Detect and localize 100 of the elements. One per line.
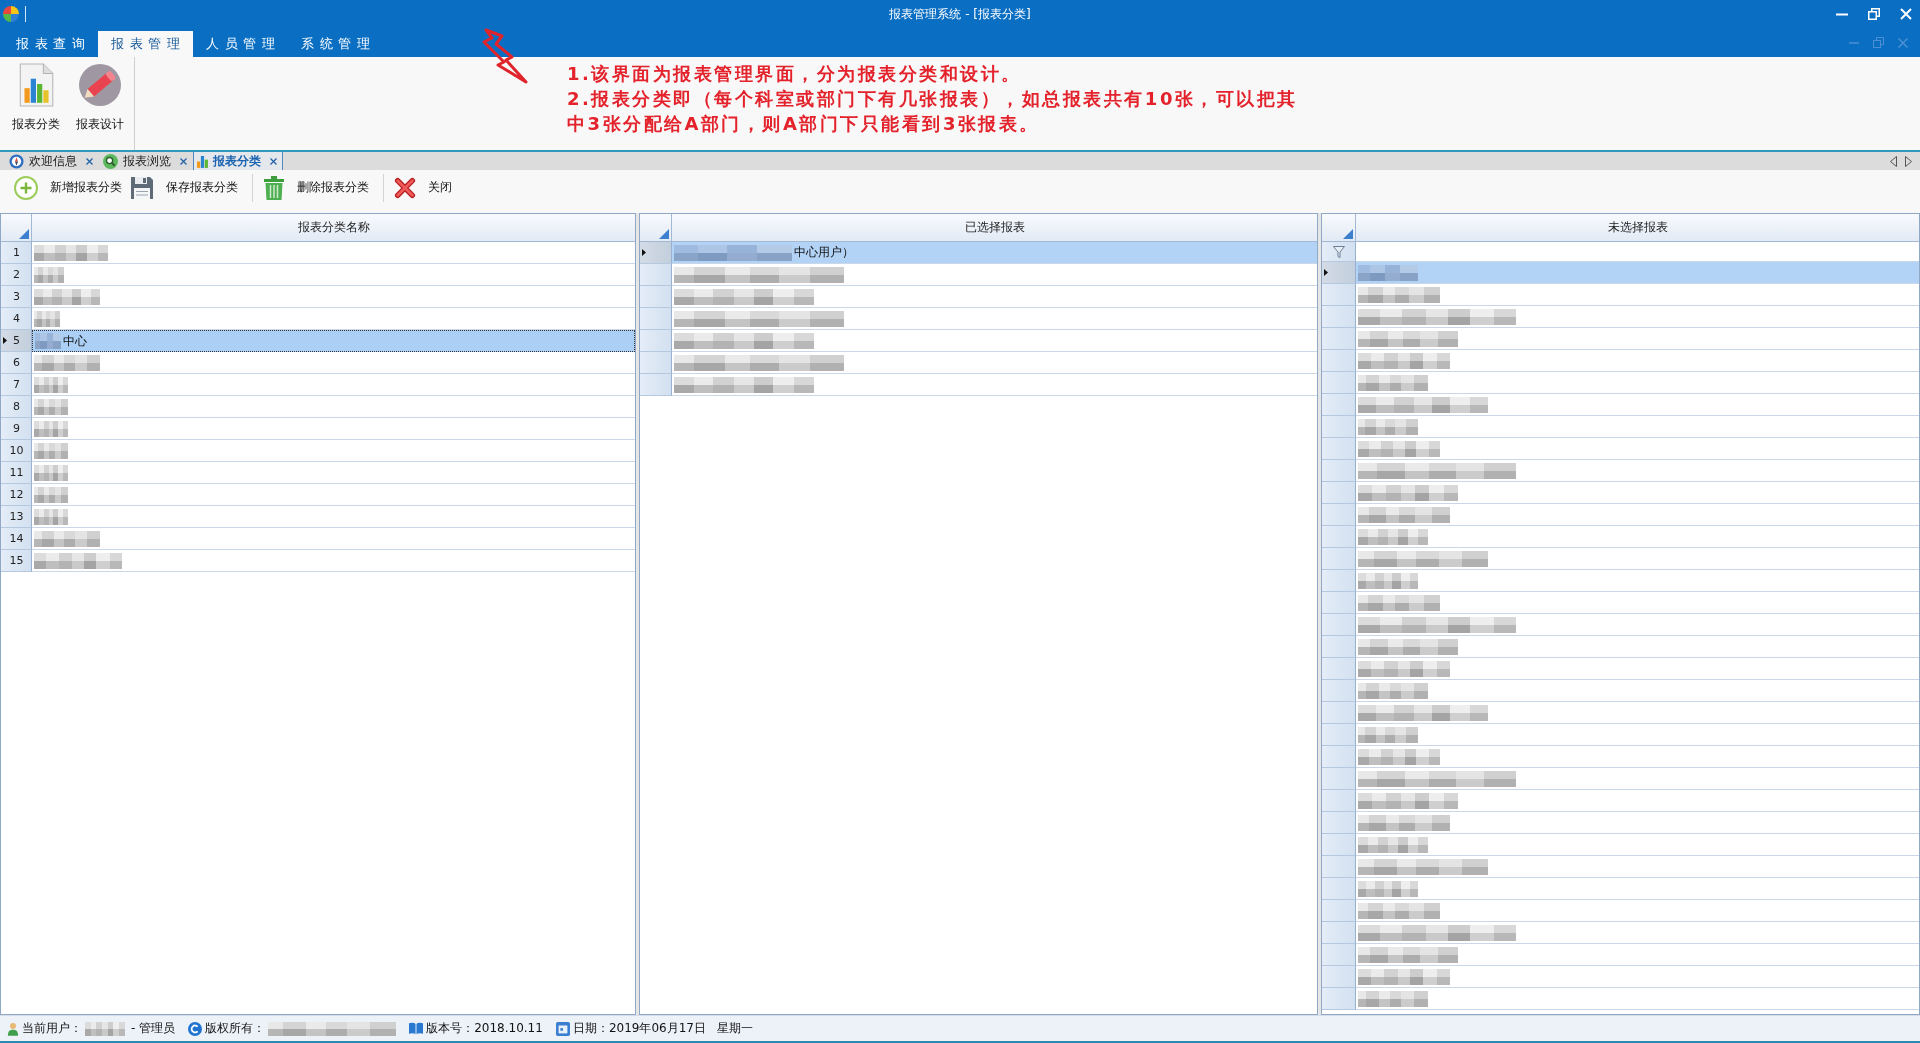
table-cell[interactable]: [1356, 504, 1919, 526]
row-header[interactable]: [1322, 394, 1356, 416]
table-cell[interactable]: 中心: [32, 330, 635, 352]
row-header[interactable]: 7: [1, 374, 32, 396]
row-header[interactable]: [1322, 482, 1356, 504]
table-cell[interactable]: [1356, 438, 1919, 460]
table-cell[interactable]: [1356, 856, 1919, 878]
document-tab[interactable]: 报表浏览: [99, 152, 193, 170]
ribbon-button[interactable]: 报表分类: [6, 61, 66, 144]
row-header[interactable]: [1322, 790, 1356, 812]
table-cell[interactable]: [32, 286, 635, 308]
table-cell[interactable]: [1356, 922, 1919, 944]
table-cell[interactable]: [32, 352, 635, 374]
table-cell[interactable]: [32, 506, 635, 528]
table-cell[interactable]: [1356, 768, 1919, 790]
close-icon[interactable]: [86, 157, 93, 165]
row-header[interactable]: [1322, 944, 1356, 966]
document-tab[interactable]: 报表分类: [193, 152, 283, 170]
table-cell[interactable]: [32, 264, 635, 286]
table-cell[interactable]: [1356, 350, 1919, 372]
row-header[interactable]: 2: [1, 264, 32, 286]
row-header[interactable]: [640, 286, 672, 308]
table-cell[interactable]: [672, 264, 1317, 286]
table-cell[interactable]: [1356, 548, 1919, 570]
ribbon-tab[interactable]: 系统管理: [288, 31, 383, 57]
row-header[interactable]: [1322, 988, 1356, 1010]
table-cell[interactable]: [1356, 812, 1919, 834]
restore-icon[interactable]: [1868, 8, 1880, 20]
row-header[interactable]: [1322, 350, 1356, 372]
table-cell[interactable]: [1356, 878, 1919, 900]
row-header[interactable]: [1322, 856, 1356, 878]
arrow-right-icon[interactable]: [1905, 155, 1912, 167]
table-cell[interactable]: [1356, 614, 1919, 636]
ribbon-tab[interactable]: 人员管理: [193, 31, 288, 57]
table-cell[interactable]: [1356, 658, 1919, 680]
row-header[interactable]: [1322, 504, 1356, 526]
table-cell[interactable]: [1356, 724, 1919, 746]
table-cell[interactable]: [672, 352, 1317, 374]
table-cell[interactable]: [1356, 416, 1919, 438]
table-cell[interactable]: [1356, 834, 1919, 856]
table-cell[interactable]: [1356, 460, 1919, 482]
row-header[interactable]: 1: [1, 242, 32, 264]
row-header[interactable]: 6: [1, 352, 32, 374]
row-header[interactable]: [1322, 812, 1356, 834]
row-header[interactable]: [1322, 306, 1356, 328]
table-cell[interactable]: [32, 528, 635, 550]
table-cell[interactable]: [1356, 790, 1919, 812]
row-header[interactable]: [1322, 570, 1356, 592]
table-cell[interactable]: [1356, 966, 1919, 988]
row-header[interactable]: 11: [1, 462, 32, 484]
table-cell[interactable]: [672, 330, 1317, 352]
row-header[interactable]: [1322, 460, 1356, 482]
row-header[interactable]: [640, 352, 672, 374]
row-header[interactable]: 5: [1, 330, 32, 352]
arrow-left-icon[interactable]: [1890, 155, 1897, 167]
table-cell[interactable]: [1356, 746, 1919, 768]
row-header[interactable]: [1322, 328, 1356, 350]
row-header[interactable]: [1322, 416, 1356, 438]
close-icon[interactable]: [180, 157, 187, 165]
table-cell[interactable]: [672, 308, 1317, 330]
row-header[interactable]: [1322, 922, 1356, 944]
table-cell[interactable]: [1356, 394, 1919, 416]
table-cell[interactable]: [32, 550, 635, 572]
row-header[interactable]: 3: [1, 286, 32, 308]
table-cell[interactable]: [1356, 592, 1919, 614]
table-cell[interactable]: [1356, 900, 1919, 922]
row-header[interactable]: 4: [1, 308, 32, 330]
row-header[interactable]: [1322, 526, 1356, 548]
ribbon-tab[interactable]: 报表管理: [98, 31, 193, 57]
table-cell[interactable]: [32, 396, 635, 418]
table-cell[interactable]: [32, 462, 635, 484]
row-header[interactable]: 8: [1, 396, 32, 418]
row-header[interactable]: [1322, 768, 1356, 790]
table-cell[interactable]: [1356, 570, 1919, 592]
row-header[interactable]: 15: [1, 550, 32, 572]
row-header[interactable]: [640, 264, 672, 286]
row-header[interactable]: [1322, 592, 1356, 614]
row-header[interactable]: 12: [1, 484, 32, 506]
table-cell[interactable]: [32, 440, 635, 462]
table-cell[interactable]: [1356, 482, 1919, 504]
row-header[interactable]: [640, 374, 672, 396]
close-button[interactable]: 关闭: [392, 172, 458, 203]
table-cell[interactable]: 中心用户）: [672, 242, 1317, 264]
table-cell[interactable]: [32, 484, 635, 506]
row-header[interactable]: 9: [1, 418, 32, 440]
row-header[interactable]: [1322, 548, 1356, 570]
row-header[interactable]: 14: [1, 528, 32, 550]
row-header[interactable]: [1322, 636, 1356, 658]
row-header[interactable]: [1322, 284, 1356, 306]
row-header[interactable]: [1322, 878, 1356, 900]
row-header[interactable]: [1322, 702, 1356, 724]
row-header[interactable]: [1322, 658, 1356, 680]
row-header[interactable]: [1322, 680, 1356, 702]
table-cell[interactable]: [1356, 702, 1919, 724]
table-cell[interactable]: [672, 374, 1317, 396]
row-header[interactable]: [1322, 966, 1356, 988]
add-button[interactable]: 新增报表分类: [12, 172, 128, 203]
row-header[interactable]: [1322, 724, 1356, 746]
row-header[interactable]: [1322, 262, 1356, 284]
table-cell[interactable]: [1356, 680, 1919, 702]
